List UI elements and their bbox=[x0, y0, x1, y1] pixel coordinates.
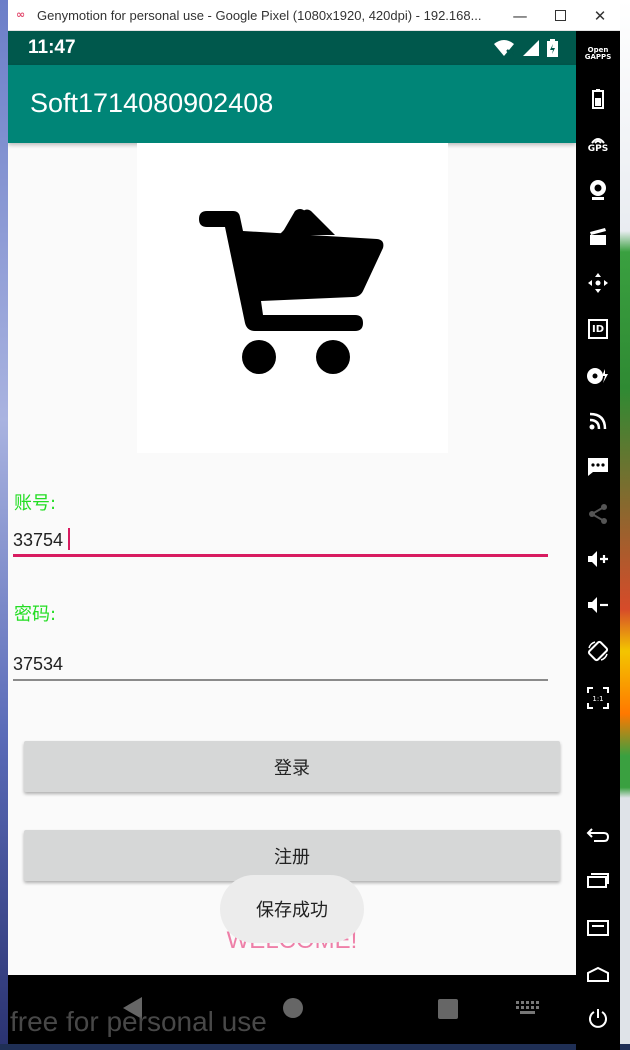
camera-icon bbox=[590, 180, 606, 200]
register-button[interactable]: 注册 bbox=[24, 830, 560, 881]
android-screen: 11:47 Soft1714080902408 账号: 33754 密码: 37… bbox=[8, 31, 576, 975]
pixel-perfect-icon: 1:1 bbox=[587, 687, 609, 709]
nav-home-icon[interactable] bbox=[283, 998, 303, 1018]
signal-icon bbox=[523, 40, 539, 56]
rotate-icon bbox=[587, 640, 609, 662]
ratio-label: 1:1 bbox=[592, 695, 603, 703]
sms-icon bbox=[588, 458, 608, 476]
battery-icon bbox=[547, 39, 558, 57]
account-value: 33754 bbox=[13, 530, 64, 550]
watermark-text: free for personal use bbox=[10, 1006, 267, 1037]
status-time: 11:47 bbox=[28, 37, 76, 58]
app-logo-image bbox=[137, 143, 448, 453]
close-icon: ✕ bbox=[593, 6, 607, 25]
power-button[interactable] bbox=[576, 1007, 620, 1031]
device-id-button[interactable]: ID bbox=[576, 317, 620, 341]
genymotion-logo-icon: ∞ bbox=[16, 8, 26, 21]
account-underline bbox=[13, 554, 548, 557]
camera-button[interactable] bbox=[576, 178, 620, 202]
menu-button[interactable] bbox=[576, 917, 620, 939]
rss-icon bbox=[589, 412, 607, 430]
battery-icon bbox=[592, 89, 604, 109]
password-field[interactable]: 37534 bbox=[13, 645, 548, 681]
network-button[interactable] bbox=[576, 409, 620, 433]
taskbar-strip bbox=[0, 1044, 630, 1050]
login-button[interactable]: 登录 bbox=[24, 741, 560, 792]
back-icon bbox=[586, 828, 610, 842]
gps-icon bbox=[591, 137, 605, 144]
open-gapps-button[interactable]: Open GAPPS bbox=[576, 43, 620, 65]
dpad-icon bbox=[588, 273, 608, 293]
capture-button[interactable] bbox=[576, 224, 620, 248]
account-field[interactable]: 33754 bbox=[13, 521, 548, 557]
volume-up-icon bbox=[588, 551, 608, 567]
pixel-perfect-button[interactable]: 1:1 bbox=[576, 685, 620, 711]
id-icon: ID bbox=[588, 319, 608, 339]
volume-up-button[interactable] bbox=[576, 547, 620, 571]
rotate-button[interactable] bbox=[576, 638, 620, 664]
remote-control-button[interactable] bbox=[576, 270, 620, 296]
home-button[interactable] bbox=[576, 963, 620, 985]
emulator-window-titlebar: ∞ Genymotion for personal use - Google P… bbox=[8, 0, 620, 31]
window-title: Genymotion for personal use - Google Pix… bbox=[37, 8, 482, 23]
password-value: 37534 bbox=[13, 654, 64, 674]
disk-io-button[interactable] bbox=[576, 364, 620, 388]
volume-down-button[interactable] bbox=[576, 593, 620, 617]
desktop-background-right bbox=[620, 0, 630, 1050]
phone-sms-button[interactable] bbox=[576, 455, 620, 479]
register-button-label: 注册 bbox=[274, 846, 310, 868]
account-label: 账号: bbox=[14, 493, 57, 514]
shopping-cart-icon bbox=[199, 209, 384, 374]
home-icon bbox=[587, 966, 609, 982]
recent-apps-button[interactable] bbox=[576, 869, 620, 891]
power-icon bbox=[589, 1009, 607, 1028]
open-gapps-line2: GAPPS bbox=[584, 53, 612, 61]
text-cursor bbox=[68, 528, 70, 550]
nav-recents-icon[interactable] bbox=[438, 999, 458, 1019]
wifi-off-icon bbox=[494, 40, 514, 57]
close-button[interactable]: ✕ bbox=[577, 0, 623, 31]
toast-message: 保存成功 bbox=[220, 875, 364, 943]
id-label: ID bbox=[591, 323, 605, 335]
desktop-background-left bbox=[0, 0, 8, 1050]
menu-icon bbox=[587, 920, 609, 936]
genymotion-toolbar: Open GAPPS GPS ID 1:1 bbox=[576, 31, 620, 1050]
action-bar: Soft1714080902408 bbox=[8, 65, 576, 143]
status-icons bbox=[493, 39, 558, 57]
maximize-icon bbox=[554, 10, 566, 21]
toast-text: 保存成功 bbox=[256, 900, 328, 921]
recents-icon bbox=[587, 873, 609, 888]
volume-down-icon bbox=[588, 597, 608, 613]
gps-label: GPS bbox=[587, 143, 609, 154]
app-title: Soft1714080902408 bbox=[30, 88, 274, 118]
clapperboard-icon bbox=[590, 228, 606, 245]
password-underline bbox=[13, 679, 548, 681]
gps-button[interactable]: GPS bbox=[576, 132, 620, 156]
share-icon bbox=[589, 504, 607, 524]
keyboard-icon[interactable] bbox=[516, 1001, 540, 1015]
back-button[interactable] bbox=[576, 823, 620, 845]
status-bar: 11:47 bbox=[8, 31, 576, 65]
minimize-icon: — bbox=[512, 6, 528, 25]
share-button[interactable] bbox=[576, 502, 620, 526]
battery-button[interactable] bbox=[576, 88, 620, 110]
login-button-label: 登录 bbox=[274, 757, 310, 779]
password-label: 密码: bbox=[14, 604, 57, 625]
disk-icon bbox=[587, 368, 608, 384]
